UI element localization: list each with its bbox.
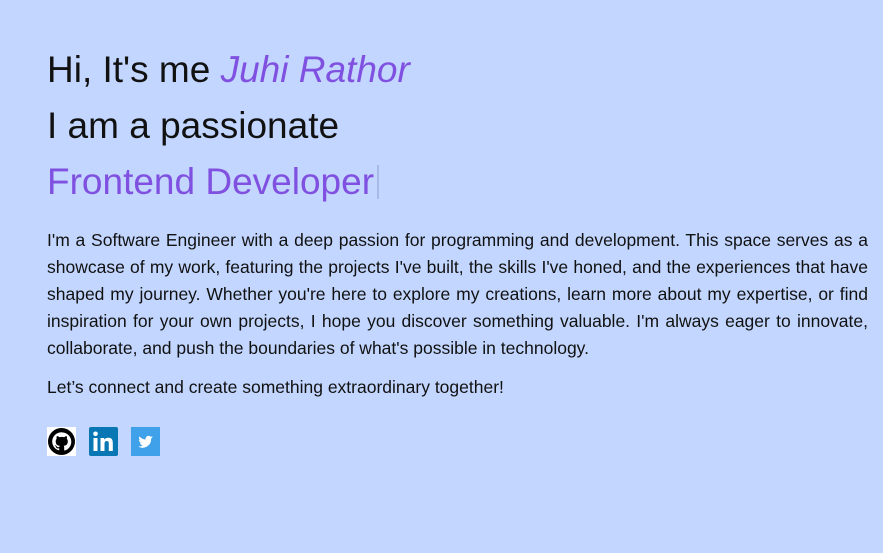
greeting-text: Hi, It's me [47,49,221,90]
github-link[interactable] [47,427,76,456]
typing-cursor [377,165,380,199]
name-text: Juhi Rathor [220,49,410,90]
intro-heading: I am a passionate [47,105,340,146]
linkedin-icon [89,427,118,456]
github-icon [47,427,76,456]
social-links [47,427,160,456]
twitter-icon [131,427,160,456]
greeting-heading: Hi, It's me Juhi Rathor [47,42,410,98]
twitter-link[interactable] [131,427,160,456]
role-heading: Frontend Developer [47,154,380,210]
bio-paragraph: I'm a Software Engineer with a deep pass… [47,230,868,358]
cta-text: Let’s connect and create something extra… [47,377,504,397]
role-text: Frontend Developer [47,161,375,202]
linkedin-link[interactable] [89,427,118,456]
hero-section: Hi, It's me Juhi Rathor I am a passionat… [0,0,883,553]
